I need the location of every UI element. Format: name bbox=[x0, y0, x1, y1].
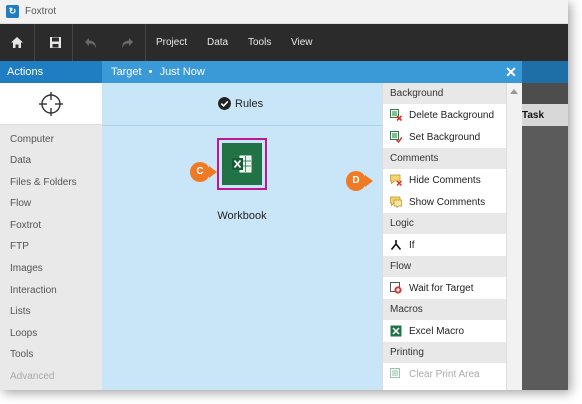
action-label: Delete Background bbox=[409, 110, 495, 121]
nav-item-tools[interactable]: Tools bbox=[10, 349, 33, 360]
section-macros: Macros bbox=[383, 299, 506, 320]
nav-item-computer[interactable]: Computer bbox=[10, 134, 54, 145]
background-header-strip bbox=[522, 61, 568, 83]
delete-background-icon bbox=[390, 109, 402, 121]
foxtrot-app-icon: ↻ bbox=[6, 5, 19, 18]
action-set-background[interactable]: Set Background bbox=[383, 126, 506, 148]
target-header: Target • Just Now bbox=[102, 61, 522, 83]
background-task-header: Task bbox=[522, 104, 568, 126]
section-title: Macros bbox=[390, 304, 423, 315]
toolbar-divider bbox=[72, 24, 73, 61]
section-title: Flow bbox=[390, 261, 412, 272]
section-title: Printing bbox=[390, 347, 424, 358]
action-excel-macro[interactable]: Excel Macro bbox=[383, 320, 506, 342]
action-hide-comments[interactable]: Hide Comments bbox=[383, 169, 506, 191]
excel-macro-icon bbox=[390, 325, 402, 337]
section-flow: Flow bbox=[383, 256, 506, 277]
target-picker[interactable] bbox=[0, 83, 102, 125]
nav-item-loops[interactable]: Loops bbox=[10, 328, 37, 339]
home-button[interactable] bbox=[0, 24, 34, 61]
close-button[interactable]: ✕ bbox=[500, 61, 522, 83]
menu-view[interactable]: View bbox=[291, 37, 313, 48]
menu-data[interactable]: Data bbox=[207, 37, 228, 48]
action-label: Show Comments bbox=[409, 197, 486, 208]
rules-label: Rules bbox=[235, 98, 264, 110]
section-comments: Comments bbox=[383, 148, 506, 169]
callout-c-label: C bbox=[196, 166, 204, 177]
task-header-label: Task bbox=[522, 110, 545, 121]
section-title: Background bbox=[390, 88, 444, 99]
excel-icon bbox=[222, 143, 262, 185]
scroll-up-icon[interactable] bbox=[510, 89, 518, 94]
action-wait-for-target[interactable]: Wait for Target bbox=[383, 277, 506, 299]
callout-c-arrow bbox=[209, 166, 217, 178]
wait-for-target-icon bbox=[390, 282, 402, 294]
set-background-icon bbox=[390, 131, 402, 143]
action-label: Excel Macro bbox=[409, 326, 465, 337]
redo-button[interactable] bbox=[110, 24, 144, 61]
callout-d: D bbox=[346, 171, 366, 191]
nav-item-images[interactable]: Images bbox=[10, 263, 43, 274]
action-label: If bbox=[409, 240, 415, 251]
actions-panel: Computer Data Files & Folders Flow Foxtr… bbox=[0, 83, 102, 390]
background-rows bbox=[522, 126, 568, 390]
save-button[interactable] bbox=[38, 24, 72, 61]
section-printing: Printing bbox=[383, 342, 506, 363]
undo-button[interactable] bbox=[74, 24, 108, 61]
foxtrot-window: ↻ Foxtrot Project Data Tools View Action… bbox=[0, 0, 568, 390]
target-subtitle: Just Now bbox=[159, 66, 205, 78]
action-label: Wait for Target bbox=[409, 283, 474, 294]
target-separator: • bbox=[148, 66, 153, 78]
section-title: Logic bbox=[390, 218, 414, 229]
workbook-label: Workbook bbox=[217, 210, 267, 222]
toolbar: Project Data Tools View bbox=[0, 24, 568, 61]
home-icon bbox=[11, 37, 23, 48]
nav-item-data[interactable]: Data bbox=[10, 155, 31, 166]
actions-title: Actions bbox=[7, 66, 44, 78]
action-clear-print-area[interactable]: Clear Print Area bbox=[383, 363, 506, 385]
target-title: Target bbox=[111, 66, 142, 78]
save-icon bbox=[49, 37, 61, 48]
workbook-target[interactable] bbox=[217, 138, 267, 190]
undo-icon bbox=[85, 37, 96, 48]
actions-header: Actions bbox=[0, 61, 102, 83]
action-label: Hide Comments bbox=[409, 175, 481, 186]
nav-item-ftp[interactable]: FTP bbox=[10, 241, 29, 252]
nav-item-foxtrot[interactable]: Foxtrot bbox=[10, 220, 41, 231]
section-title: Comments bbox=[390, 153, 439, 164]
close-icon: ✕ bbox=[505, 64, 517, 80]
app-title: Foxtrot bbox=[25, 6, 57, 17]
hide-comments-icon bbox=[390, 174, 402, 186]
menu-project[interactable]: Project bbox=[156, 37, 187, 48]
section-background: Background bbox=[383, 83, 506, 104]
if-logic-icon bbox=[390, 240, 402, 251]
action-label: Clear Print Area bbox=[409, 369, 480, 380]
clear-print-area-icon bbox=[390, 368, 400, 378]
action-delete-background[interactable]: Delete Background bbox=[383, 104, 506, 126]
toolbar-divider bbox=[145, 24, 146, 61]
title-bar: ↻ Foxtrot bbox=[0, 0, 568, 24]
action-show-comments[interactable]: Show Comments bbox=[383, 191, 506, 213]
redo-icon bbox=[122, 37, 133, 48]
nav-item-interaction[interactable]: Interaction bbox=[10, 285, 57, 296]
callout-c: C bbox=[190, 162, 210, 182]
nav-item-lists[interactable]: Lists bbox=[10, 306, 31, 317]
nav-item-advanced[interactable]: Advanced bbox=[10, 371, 54, 382]
action-list-scrollbar[interactable] bbox=[506, 83, 522, 390]
target-panel: Rules Workbook C D bbox=[102, 83, 382, 390]
action-list: Background Delete Background Set Backgro… bbox=[382, 83, 506, 390]
show-comments-icon bbox=[390, 196, 402, 208]
crosshair-icon bbox=[39, 91, 63, 116]
nav-item-files-folders[interactable]: Files & Folders bbox=[10, 177, 77, 188]
action-label: Set Background bbox=[409, 132, 481, 143]
rules-row[interactable]: Rules bbox=[102, 83, 382, 126]
check-circle-icon bbox=[218, 97, 231, 110]
callout-d-arrow bbox=[365, 175, 373, 187]
action-if[interactable]: If bbox=[383, 234, 506, 256]
toolbar-divider bbox=[34, 24, 35, 61]
nav-item-flow[interactable]: Flow bbox=[10, 198, 31, 209]
menu-tools[interactable]: Tools bbox=[248, 37, 271, 48]
section-logic: Logic bbox=[383, 213, 506, 234]
callout-d-label: D bbox=[352, 175, 360, 186]
